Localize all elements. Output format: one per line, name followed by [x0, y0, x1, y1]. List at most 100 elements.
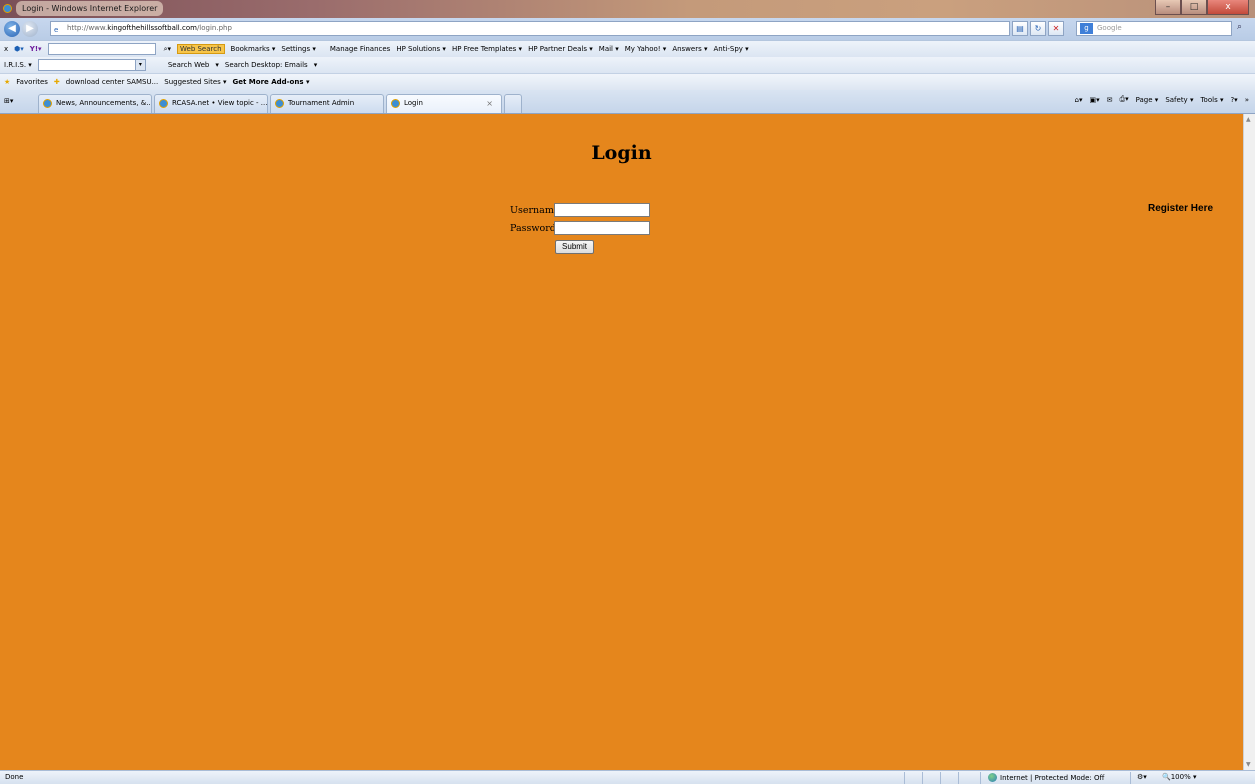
- page-menu[interactable]: Page ▾: [1136, 96, 1159, 104]
- tab-label: News, Announcements, &...: [56, 99, 152, 107]
- tab-favicon-icon: [275, 99, 284, 108]
- tab-tournament-admin[interactable]: Tournament Admin: [270, 94, 384, 113]
- tab-favicon-icon: [43, 99, 52, 108]
- zone-text: Internet | Protected Mode: Off: [1000, 773, 1105, 782]
- globe-icon: [988, 773, 997, 782]
- address-bar[interactable]: e http://www.kingofthehillssoftball.com/…: [50, 21, 1010, 36]
- username-input[interactable]: [554, 203, 650, 217]
- google-logo-icon: g: [1080, 23, 1093, 34]
- title-bar: Login - Windows Internet Explorer – □ x: [0, 0, 1255, 18]
- iris-toolbar: I.R.I.S. ▾ ▾ Search Web ▾ Search Desktop…: [0, 57, 1255, 73]
- hp-free-templates-button[interactable]: HP Free Templates ▾: [452, 45, 522, 53]
- tab-rcasa[interactable]: RCASA.net • View topic - ...: [154, 94, 268, 113]
- ie-logo-icon: [3, 4, 12, 13]
- settings-button[interactable]: Settings ▾: [281, 45, 315, 53]
- close-window-button[interactable]: x: [1207, 0, 1249, 15]
- hp-partner-deals-button[interactable]: HP Partner Deals ▾: [528, 45, 593, 53]
- search-web-dropdown-icon[interactable]: ▾: [215, 61, 219, 69]
- web-search-button[interactable]: Web Search: [177, 44, 225, 54]
- zoom-level[interactable]: 🔍100% ▾: [1162, 773, 1196, 781]
- feeds-icon[interactable]: ▣▾: [1089, 96, 1099, 104]
- my-yahoo-button[interactable]: My Yahoo! ▾: [625, 45, 667, 53]
- scroll-up-icon[interactable]: ▲: [1246, 116, 1251, 123]
- add-favorite-icon[interactable]: ✚: [54, 78, 60, 86]
- security-zone[interactable]: Internet | Protected Mode: Off: [988, 773, 1104, 782]
- toolbar-close-button[interactable]: x: [4, 45, 8, 53]
- tab-bar: ⊞▾ News, Announcements, &... RCASA.net •…: [0, 90, 1255, 114]
- tools-menu[interactable]: Tools ▾: [1200, 96, 1223, 104]
- safety-menu[interactable]: Safety ▾: [1165, 96, 1193, 104]
- window-title: Login - Windows Internet Explorer: [16, 1, 164, 16]
- chevron-right-icon[interactable]: »: [1245, 96, 1249, 104]
- home-icon[interactable]: ⌂▾: [1075, 96, 1083, 104]
- forward-button[interactable]: ▶: [22, 21, 38, 37]
- status-divider: [940, 772, 941, 784]
- password-input[interactable]: [554, 221, 650, 235]
- url-prefix: http://www.: [67, 24, 108, 32]
- stop-icon[interactable]: ✕: [1048, 21, 1064, 36]
- help-icon[interactable]: ?▾: [1230, 96, 1237, 104]
- protected-mode-icon[interactable]: ⚙▾: [1137, 773, 1147, 781]
- status-divider: [922, 772, 923, 784]
- compatibility-view-icon[interactable]: ▤: [1012, 21, 1028, 36]
- search-placeholder: Google: [1097, 24, 1122, 32]
- quick-tabs-icon[interactable]: ⊞▾: [4, 97, 13, 105]
- yahoo-logo-icon[interactable]: Y!▾: [30, 45, 42, 53]
- search-icon[interactable]: ⌕: [1237, 22, 1242, 32]
- print-icon[interactable]: ⎙▾: [1119, 95, 1128, 104]
- iris-button[interactable]: I.R.I.S. ▾: [4, 61, 32, 69]
- favorites-bar: ★ Favorites ✚ download center SAMSU... S…: [0, 73, 1255, 90]
- submit-button[interactable]: Submit: [555, 240, 594, 254]
- yahoo-toolbar: x ⬢▾ Y!▾ ⌕▾ Web Search Bookmarks ▾ Setti…: [0, 40, 1255, 57]
- back-button[interactable]: ◀: [4, 21, 20, 37]
- tab-news[interactable]: News, Announcements, &...: [38, 94, 152, 113]
- read-mail-icon[interactable]: ✉: [1107, 96, 1113, 104]
- favorites-star-icon[interactable]: ★: [4, 78, 10, 86]
- url-path: /login.php: [196, 24, 232, 32]
- page-content: Login Register Here Username: Password: …: [0, 114, 1243, 770]
- page-title: Login: [591, 142, 652, 164]
- tab-label: RCASA.net • View topic - ...: [172, 99, 268, 107]
- status-bar: Done Internet | Protected Mode: Off ⚙▾ 🔍…: [0, 770, 1255, 784]
- tab-favicon-icon: [391, 99, 400, 108]
- status-text: Done: [5, 773, 24, 781]
- hp-logo-icon[interactable]: ⬢▾: [14, 45, 24, 53]
- search-input[interactable]: g Google: [1076, 21, 1232, 36]
- tab-login[interactable]: Login ×: [386, 94, 502, 113]
- favorite-link-suggested-sites[interactable]: Suggested Sites ▾: [164, 78, 226, 86]
- status-divider: [1130, 772, 1131, 784]
- page-favicon-icon: e: [54, 26, 59, 34]
- password-label: Password:: [510, 223, 560, 234]
- status-divider: [980, 772, 981, 784]
- search-icon[interactable]: ⌕▾: [164, 45, 171, 54]
- answers-button[interactable]: Answers ▾: [672, 45, 707, 53]
- vertical-scrollbar[interactable]: ▲ ▼: [1243, 114, 1255, 770]
- mail-button[interactable]: Mail ▾: [599, 45, 619, 53]
- favorites-button[interactable]: Favorites: [16, 78, 48, 86]
- yahoo-search-input[interactable]: [47, 43, 156, 55]
- manage-finances-button[interactable]: Manage Finances: [330, 45, 390, 53]
- status-divider: [904, 772, 905, 784]
- search-desktop-dropdown-icon[interactable]: ▾: [314, 61, 318, 69]
- close-tab-icon[interactable]: ×: [486, 95, 493, 112]
- tab-favicon-icon: [159, 99, 168, 108]
- search-web-button[interactable]: Search Web: [168, 61, 210, 69]
- url-domain: kingofthehillssoftball.com: [107, 24, 197, 32]
- refresh-icon[interactable]: ↻: [1030, 21, 1046, 36]
- iris-search-input[interactable]: ▾: [37, 59, 146, 71]
- scroll-down-icon[interactable]: ▼: [1246, 761, 1251, 768]
- minimize-button[interactable]: –: [1155, 0, 1181, 15]
- hp-solutions-button[interactable]: HP Solutions ▾: [396, 45, 446, 53]
- bookmarks-button[interactable]: Bookmarks ▾: [231, 45, 276, 53]
- status-divider: [958, 772, 959, 784]
- anti-spy-button[interactable]: Anti-Spy ▾: [713, 45, 748, 53]
- new-tab-button[interactable]: [504, 94, 522, 113]
- chevron-down-icon[interactable]: ▾: [134, 60, 145, 70]
- address-row: ◀ ▶ e http://www.kingofthehillssoftball.…: [0, 18, 1255, 40]
- register-link[interactable]: Register Here: [1148, 203, 1213, 214]
- maximize-button[interactable]: □: [1181, 0, 1207, 15]
- favorite-link-get-more-addons[interactable]: Get More Add-ons ▾: [233, 78, 310, 86]
- tab-label: Tournament Admin: [288, 99, 355, 107]
- favorite-link-download-center[interactable]: download center SAMSU...: [66, 78, 158, 86]
- search-desktop-button[interactable]: Search Desktop: Emails: [225, 61, 308, 69]
